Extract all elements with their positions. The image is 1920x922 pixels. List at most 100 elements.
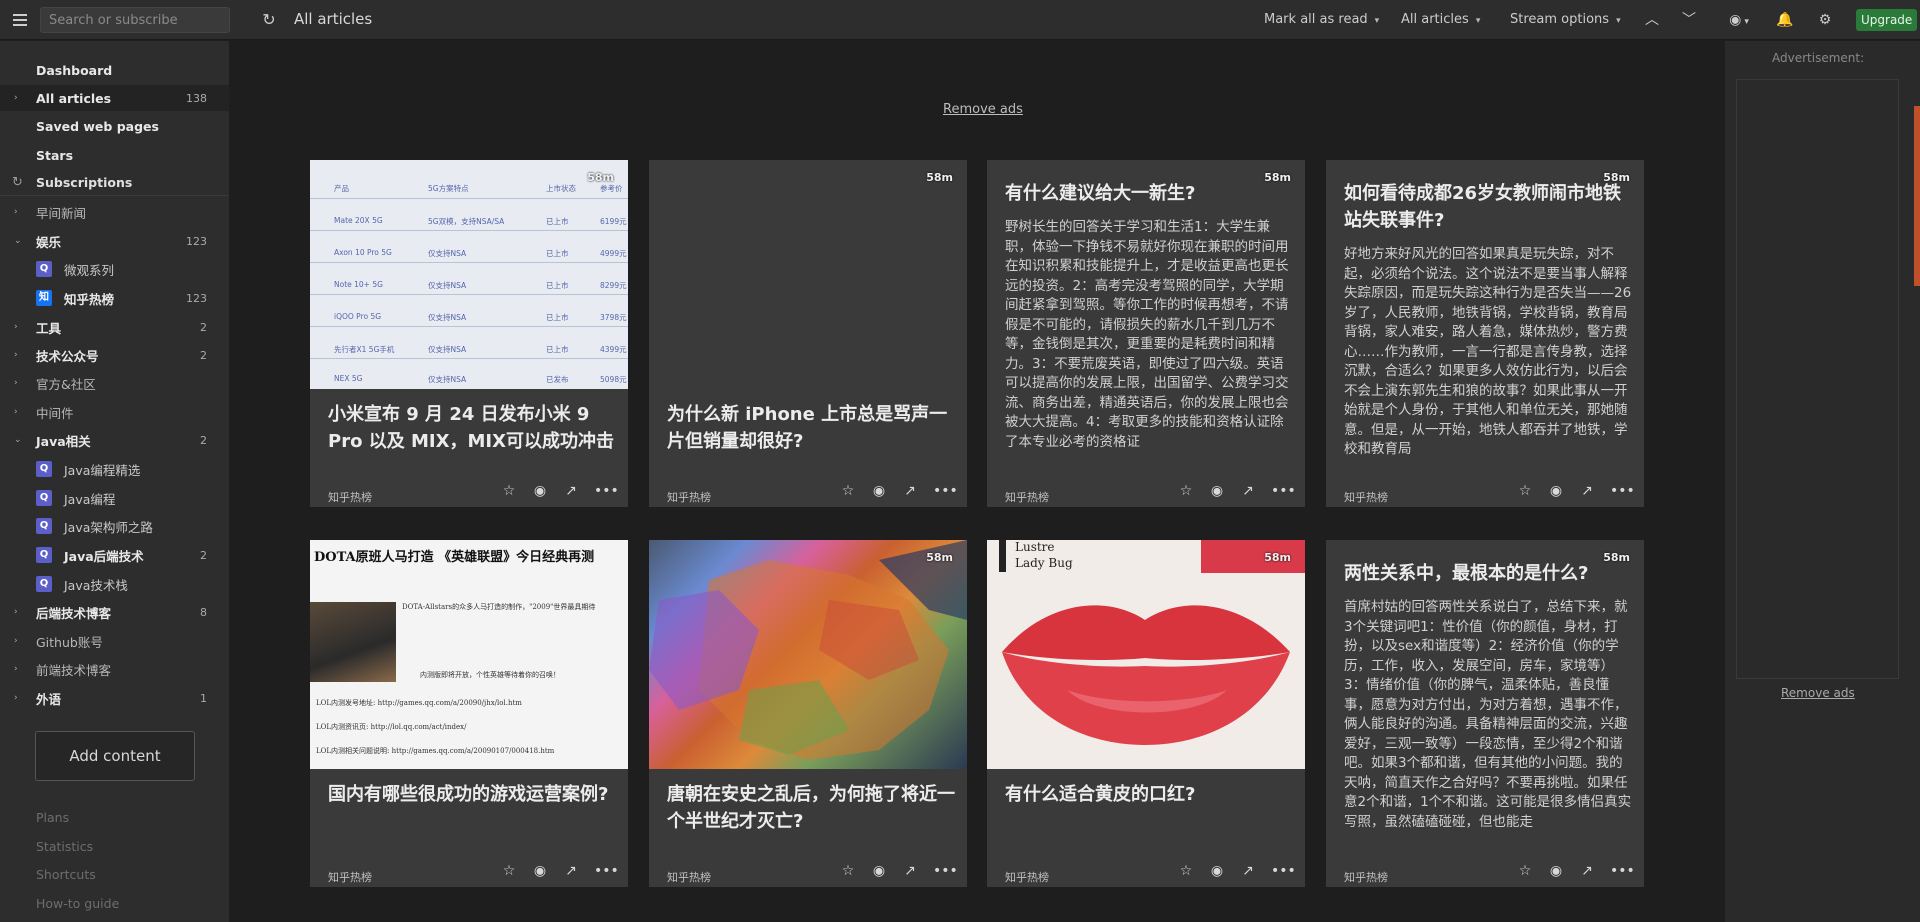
chevron-right-icon: ›: [14, 93, 18, 103]
sidebar-folder[interactable]: › 中间件: [0, 399, 229, 425]
article-age: 58m: [926, 171, 953, 184]
article-title: 为什么新 iPhone 上市总是骂声一片但销量却很好?: [667, 404, 948, 452]
filter-dropdown[interactable]: All articles ▾: [1401, 12, 1480, 27]
more-icon[interactable]: •••: [933, 863, 958, 879]
article-card[interactable]: 58m 如何看待成都26岁女教师闹市地铁站失联事件? 好地方来好风光的回答如果真…: [1326, 160, 1644, 507]
mark-all-read-button[interactable]: Mark all as read ▾: [1264, 12, 1379, 27]
article-thumbnail: [649, 160, 967, 389]
sidebar-folder[interactable]: ⌄ Java相关 2: [0, 427, 229, 453]
search-input[interactable]: [40, 7, 230, 33]
refresh-icon[interactable]: ↻: [259, 10, 279, 30]
mark-read-icon[interactable]: ◉: [532, 483, 548, 499]
open-external-icon[interactable]: ↗: [563, 483, 579, 499]
star-icon[interactable]: ☆: [1517, 483, 1533, 499]
mark-read-icon[interactable]: ◉: [1548, 483, 1564, 499]
sidebar-folder[interactable]: › 早间新闻: [0, 199, 229, 225]
sidebar-item-saved-web-pages[interactable]: Saved web pages: [0, 113, 229, 139]
more-icon[interactable]: •••: [1610, 483, 1635, 499]
open-external-icon[interactable]: ↗: [1240, 863, 1256, 879]
sidebar-folder[interactable]: › 技术公众号 2: [0, 342, 229, 368]
open-external-icon[interactable]: ↗: [563, 863, 579, 879]
sidebar-folder[interactable]: › 外语 1: [0, 685, 229, 711]
remove-ads-link[interactable]: Remove ads: [1781, 686, 1855, 700]
article-card[interactable]: 58m 唐朝在安史之乱后，为何拖了将近一个半世纪才灭亡? 知乎热榜 ☆ ◉ ↗ •••: [649, 540, 967, 887]
next-row-hint: [310, 917, 1644, 922]
mark-read-icon[interactable]: ◉: [1209, 483, 1225, 499]
open-external-icon[interactable]: ↗: [902, 483, 918, 499]
thumbnail-text: LOL内测资讯页: http://lol.qq.com/act/index/: [316, 723, 467, 731]
sidebar-item-stars[interactable]: Stars: [0, 142, 229, 168]
star-icon[interactable]: ☆: [840, 863, 856, 879]
sidebar-item-label: 娱乐: [36, 234, 62, 250]
mark-read-icon[interactable]: ◉: [1548, 863, 1564, 879]
sidebar-item-all-articles[interactable]: › All articles 138: [0, 85, 229, 111]
remove-ads-link[interactable]: Remove ads: [943, 102, 1023, 117]
table-cell: 3798元: [600, 313, 627, 322]
star-icon[interactable]: ☆: [1517, 863, 1533, 879]
article-actions: ☆ ◉ ↗ •••: [840, 863, 958, 879]
open-external-icon[interactable]: ↗: [902, 863, 918, 879]
more-icon[interactable]: •••: [1610, 863, 1635, 879]
open-external-icon[interactable]: ↗: [1579, 863, 1595, 879]
chevron-up-icon[interactable]: ︿: [1642, 10, 1662, 30]
sidebar-item-label: 前端技术博客: [36, 662, 112, 678]
more-icon[interactable]: •••: [594, 863, 619, 879]
bell-icon[interactable]: 🔔: [1775, 10, 1795, 30]
footer-link-statistics[interactable]: Statistics: [36, 839, 93, 854]
chevron-down-icon: ▾: [1616, 16, 1621, 26]
footer-link-plans[interactable]: Plans: [36, 810, 69, 825]
stream-options-dropdown[interactable]: Stream options ▾: [1510, 12, 1621, 27]
mark-read-icon[interactable]: ◉: [871, 863, 887, 879]
open-external-icon[interactable]: ↗: [1579, 483, 1595, 499]
chevron-down-icon[interactable]: ﹀: [1679, 10, 1699, 30]
mark-read-icon[interactable]: ◉: [532, 863, 548, 879]
sidebar-feed[interactable]: 知知乎热榜 123: [0, 285, 229, 311]
sidebar-feed[interactable]: Q 微观系列: [0, 256, 229, 282]
sidebar-feed[interactable]: Q Java编程精选: [0, 456, 229, 482]
table-header: 参考价: [600, 184, 623, 193]
more-icon[interactable]: •••: [594, 483, 619, 499]
sidebar-feed[interactable]: Q Java后端技术 2: [0, 542, 229, 568]
footer-link-guide[interactable]: How-to guide: [36, 896, 119, 911]
more-icon[interactable]: •••: [933, 483, 958, 499]
article-card[interactable]: 58m 为什么新 iPhone 上市总是骂声一片但销量却很好? 知乎热榜 ☆ ◉ ↗…: [649, 160, 967, 507]
star-icon[interactable]: ☆: [501, 483, 517, 499]
mark-read-icon[interactable]: ◉: [871, 483, 887, 499]
menu-icon[interactable]: [0, 0, 40, 40]
more-icon[interactable]: •••: [1271, 483, 1296, 499]
scrollbar[interactable]: [1914, 106, 1920, 286]
sidebar-folder[interactable]: ⌄ 娱乐 123: [0, 228, 229, 254]
sidebar-item-label: Stars: [36, 147, 74, 163]
divider: [310, 326, 628, 327]
article-card[interactable]: 产品 5G方案特点 上市状态 参考价 Mate 20X 5G 5G双模，支持NS…: [310, 160, 628, 507]
sidebar-feed[interactable]: Q Java技术栈: [0, 571, 229, 597]
sidebar-folder[interactable]: › 官方&社区: [0, 370, 229, 396]
sidebar-feed[interactable]: Q Java编程: [0, 485, 229, 511]
sidebar-folder[interactable]: › 后端技术博客 8: [0, 599, 229, 625]
eye-icon[interactable]: ◉ ▾: [1722, 10, 1756, 30]
mark-read-icon[interactable]: ◉: [1209, 863, 1225, 879]
sidebar-folder[interactable]: › Github账号: [0, 628, 229, 654]
table-cell: Note 10+ 5G: [334, 280, 383, 289]
open-external-icon[interactable]: ↗: [1240, 483, 1256, 499]
star-icon[interactable]: ☆: [1178, 483, 1194, 499]
more-icon[interactable]: •••: [1271, 863, 1296, 879]
footer-link-shortcuts[interactable]: Shortcuts: [36, 867, 96, 882]
sidebar-folder[interactable]: › 前端技术博客: [0, 656, 229, 682]
gear-icon[interactable]: ⚙: [1815, 10, 1835, 30]
subscriptions-header[interactable]: ↻ Subscriptions: [0, 170, 229, 196]
article-card[interactable]: 58m 两性关系中，最根本的是什么? 首席村姑的回答两性关系说白了，总结下来，就…: [1326, 540, 1644, 887]
star-icon[interactable]: ☆: [1178, 863, 1194, 879]
sidebar-feed[interactable]: Q Java架构师之路: [0, 513, 229, 539]
article-card[interactable]: 58m 有什么建议给大一新生? 野树长生的回答关于学习和生活1：大学生兼职，体验…: [987, 160, 1305, 507]
sidebar-item-dashboard[interactable]: Dashboard: [0, 57, 229, 83]
upgrade-button[interactable]: Upgrade: [1856, 9, 1918, 31]
add-content-button[interactable]: Add content: [35, 731, 195, 781]
ad-slot[interactable]: [1736, 79, 1899, 679]
article-actions: ☆ ◉ ↗ •••: [1517, 863, 1635, 879]
sidebar-folder[interactable]: › 工具 2: [0, 314, 229, 340]
article-card[interactable]: Lustre Lady Bug 58m 有什么适合黄皮的口红? 知乎热榜 ☆ ◉ ↗…: [987, 540, 1305, 887]
star-icon[interactable]: ☆: [840, 483, 856, 499]
article-card[interactable]: DOTA原班人马打造 《英雄联盟》今日经典再测 DOTA-Allstars的众多…: [310, 540, 628, 887]
star-icon[interactable]: ☆: [501, 863, 517, 879]
